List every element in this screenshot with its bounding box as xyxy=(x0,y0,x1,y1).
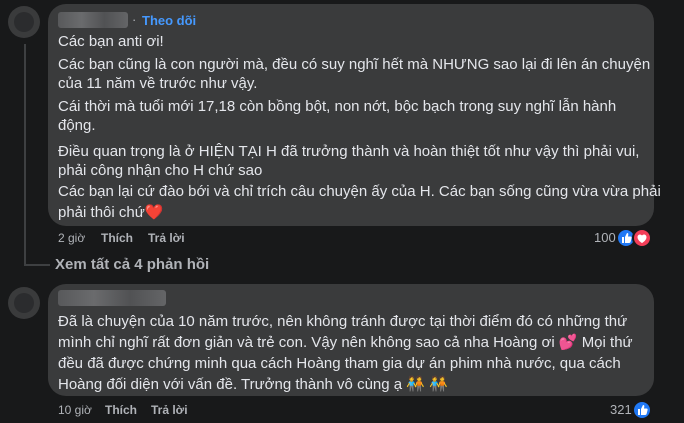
comment-bubble: · Theo dõi Các bạn anti ơi! Các bạn cũng… xyxy=(48,4,661,226)
thumbs-up-icon xyxy=(632,400,652,420)
comment-line: động. xyxy=(58,117,96,134)
like-button[interactable]: Thích xyxy=(105,403,137,417)
reply-button[interactable]: Trả lời xyxy=(151,403,188,417)
comment-line: đều đã được chứng minh qua cách Hoàng th… xyxy=(58,355,621,372)
comment-line: Các bạn lại cứ đào bới và chỉ trích câu … xyxy=(58,183,661,200)
people-emoji: 🧑‍🤝‍🧑 🧑‍🤝‍🧑 xyxy=(406,376,448,393)
comment-line: Các bạn cũng là con người mà, đều có suy… xyxy=(58,56,651,73)
comment-time[interactable]: 2 giờ xyxy=(58,231,85,245)
comment-line-tail: Mọi thứ xyxy=(581,334,633,351)
see-all-replies-link[interactable]: Xem tất cả 4 phản hồi xyxy=(55,256,209,273)
avatar[interactable] xyxy=(8,287,40,319)
reaction-count[interactable]: 100 xyxy=(594,230,616,245)
comment-line: của 11 năm về trước như vậy. xyxy=(58,75,258,92)
comment-line: phải thôi chứ xyxy=(58,204,145,221)
comment-time[interactable]: 10 giờ xyxy=(58,403,92,417)
reaction-count[interactable]: 321 xyxy=(610,402,632,417)
comment-line-2: mình chỉ nghĩ rất đơn giản và trẻ con. V… xyxy=(58,333,633,352)
comment-bubble: Đã là chuyện của 10 năm trước, nên không… xyxy=(48,284,654,396)
comment-line: Cái thời mà tuổi mới 17,18 còn bồng bột,… xyxy=(58,98,617,115)
comment-line: Điều quan trọng là ở HIỆN TẠI H đã trưởn… xyxy=(58,143,640,160)
comment-line-4: Hoàng đối diện với vấn đề. Trưởng thành … xyxy=(58,375,448,394)
thread-line xyxy=(24,44,26,266)
two-hearts-emoji: 💕 xyxy=(558,334,578,351)
comment-line: Đã là chuyện của 10 năm trước, nên không… xyxy=(58,313,628,330)
comment-line: mình chỉ nghĩ rất đơn giản và trẻ con. V… xyxy=(58,334,555,351)
reply-button[interactable]: Trả lời xyxy=(148,231,185,245)
comment-line: phải công nhận cho H chứ sao xyxy=(58,162,263,179)
avatar[interactable] xyxy=(8,6,40,38)
comment-line-last: phải thôi chứ❤️ xyxy=(58,203,163,222)
thread-connector xyxy=(24,264,50,266)
comment-line: Các bạn anti ơi! xyxy=(58,33,164,50)
like-button[interactable]: Thích xyxy=(101,231,133,245)
author-name-redacted[interactable] xyxy=(58,12,128,28)
follow-button[interactable]: Theo dõi xyxy=(142,13,196,28)
heart-icon xyxy=(632,228,652,248)
comment-line: Hoàng đối diện với vấn đề. Trưởng thành … xyxy=(58,376,403,393)
author-name-redacted[interactable] xyxy=(58,290,166,306)
separator-dot: · xyxy=(132,12,137,27)
heart-emoji: ❤️ xyxy=(144,204,164,221)
